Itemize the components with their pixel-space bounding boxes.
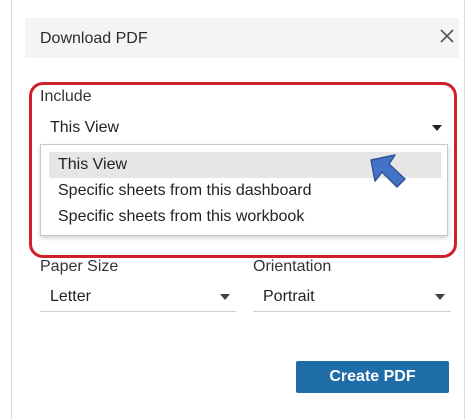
include-label: Include: [40, 88, 92, 105]
paper-size-value: Letter: [50, 288, 91, 305]
include-option-workbook-sheets[interactable]: Specific sheets from this workbook: [49, 204, 441, 230]
orientation-select[interactable]: Portrait: [253, 281, 451, 312]
include-option-dashboard-sheets[interactable]: Specific sheets from this dashboard: [49, 178, 441, 204]
include-dropdown-list: This View Specific sheets from this dash…: [40, 144, 448, 236]
chevron-down-icon: [435, 294, 445, 300]
paper-size-label: Paper Size: [40, 258, 119, 275]
dialog-title: Download PDF: [40, 30, 148, 47]
create-pdf-button[interactable]: Create PDF: [296, 361, 449, 393]
orientation-label: Orientation: [253, 258, 332, 275]
include-select[interactable]: This View: [40, 111, 450, 143]
include-option-this-view[interactable]: This View: [49, 152, 441, 178]
chevron-down-icon: [220, 294, 230, 300]
orientation-value: Portrait: [263, 288, 315, 305]
chevron-down-icon: [432, 125, 442, 131]
paper-size-select[interactable]: Letter: [40, 281, 236, 312]
dialog-header: Download PDF: [25, 18, 459, 58]
download-pdf-dialog: Download PDF Include This View This View…: [0, 0, 469, 419]
include-selected-value: This View: [50, 119, 120, 136]
close-icon[interactable]: [435, 24, 459, 48]
